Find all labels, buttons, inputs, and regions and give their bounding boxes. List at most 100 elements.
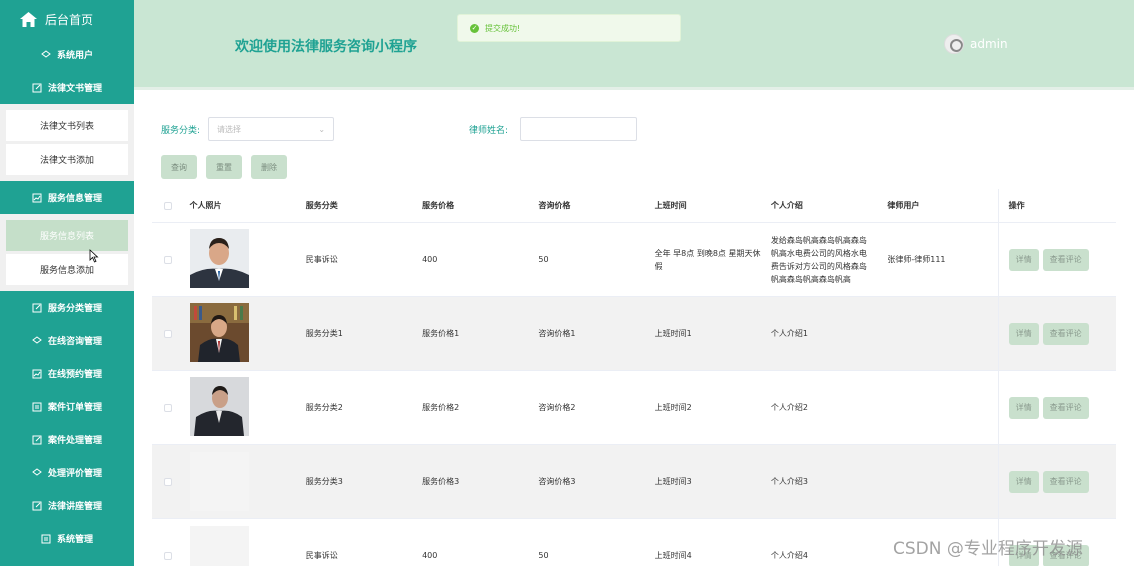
cell-consult-price: 咨询价格3 bbox=[538, 477, 576, 486]
watermark: CSDN @专业程序开发源 bbox=[893, 539, 1083, 559]
sidebar-item-lectures[interactable]: 法律讲座管理 bbox=[0, 489, 134, 522]
row-checkbox[interactable] bbox=[152, 329, 184, 338]
layers-icon bbox=[41, 49, 51, 58]
cell-work-time: 上班时间1 bbox=[654, 329, 692, 338]
cell-category: 服务分类2 bbox=[305, 403, 343, 412]
cell-actions: 详情 查看评论 bbox=[997, 297, 1116, 370]
cell-consult-price: 50 bbox=[538, 551, 549, 560]
sidebar-subitem-label: 服务信息列表 bbox=[39, 232, 94, 242]
reset-button[interactable]: 重置 bbox=[206, 155, 242, 179]
sidebar-subitem-label: 法律文书列表 bbox=[39, 122, 94, 132]
row-checkbox[interactable] bbox=[152, 477, 184, 486]
toast-message: 提交成功! bbox=[485, 23, 521, 33]
edit-icon bbox=[32, 435, 42, 444]
sidebar-subitem-label: 服务信息添加 bbox=[39, 266, 94, 276]
view-comments-button[interactable]: 查看评论 bbox=[1042, 470, 1089, 493]
row-checkbox[interactable] bbox=[152, 255, 184, 264]
lawyer-photo bbox=[189, 303, 249, 362]
sidebar-item-case-orders[interactable]: 案件订单管理 bbox=[0, 390, 134, 423]
sidebar-item-label: 服务分类管理 bbox=[47, 304, 102, 314]
cell-price: 服务价格2 bbox=[422, 403, 460, 412]
cell-price: 服务价格1 bbox=[422, 329, 460, 338]
sidebar-item-legal-docs[interactable]: 法律文书管理 bbox=[0, 71, 134, 104]
lawyer-photo bbox=[189, 526, 249, 566]
cell-price: 400 bbox=[422, 255, 438, 264]
cell-category: 民事诉讼 bbox=[305, 551, 338, 560]
chevron-down-icon: ⌄ bbox=[318, 124, 326, 134]
sidebar-subitem-service-add[interactable]: 服务信息添加 bbox=[6, 254, 128, 285]
col-work-time: 上班时间 bbox=[654, 201, 687, 210]
view-comments-button[interactable]: 查看评论 bbox=[1042, 322, 1089, 345]
row-checkbox[interactable] bbox=[152, 403, 184, 412]
select-all-checkbox[interactable] bbox=[152, 201, 184, 210]
table-row: 民事诉讼 400 50 全年 早8点 到晚8点 星期天休假 发给森岛帆高森岛帆高… bbox=[152, 223, 1116, 297]
page-title: 欢迎使用法律服务咨询小程序 bbox=[235, 39, 417, 55]
sidebar-item-service-category[interactable]: 服务分类管理 bbox=[0, 291, 134, 324]
edit-icon bbox=[32, 83, 42, 92]
action-buttons: 查询 重置 删除 bbox=[161, 155, 287, 179]
cell-work-time: 全年 早8点 到晚8点 星期天休假 bbox=[654, 248, 761, 271]
sidebar-item-case-processing[interactable]: 案件处理管理 bbox=[0, 423, 134, 456]
cell-work-time: 上班时间2 bbox=[654, 403, 692, 412]
cell-intro: 个人介绍3 bbox=[770, 477, 809, 486]
cell-price: 400 bbox=[422, 551, 438, 560]
document-icon bbox=[32, 402, 42, 411]
table-header: 个人照片 服务分类 服务价格 咨询价格 上班时间 个人介绍 律师用户 操作 bbox=[152, 189, 1116, 223]
layers-icon bbox=[32, 467, 42, 476]
sidebar-subitem-service-list[interactable]: 服务信息列表 bbox=[6, 220, 128, 251]
view-comments-button[interactable]: 查看评论 bbox=[1042, 396, 1089, 419]
sidebar-item-system-management[interactable]: 系统管理 bbox=[0, 522, 134, 555]
edit-icon bbox=[32, 303, 42, 312]
table-row: 服务分类1 服务价格1 咨询价格1 上班时间1 个人介绍1 详情 查看评论 bbox=[152, 297, 1116, 371]
avatar bbox=[944, 34, 964, 54]
query-button[interactable]: 查询 bbox=[161, 155, 197, 179]
col-photo: 个人照片 bbox=[189, 201, 222, 210]
sidebar-item-service-info[interactable]: 服务信息管理 bbox=[0, 181, 134, 214]
cell-consult-price: 50 bbox=[538, 255, 549, 264]
col-price: 服务价格 bbox=[422, 201, 455, 210]
sidebar-item-label: 案件处理管理 bbox=[47, 436, 102, 446]
detail-button[interactable]: 详情 bbox=[1008, 322, 1039, 345]
success-toast: ✓ 提交成功! bbox=[457, 14, 681, 42]
sidebar-item-online-booking[interactable]: 在线预约管理 bbox=[0, 357, 134, 390]
sidebar-home-label: 后台首页 bbox=[45, 12, 94, 27]
lawyer-name-input[interactable] bbox=[520, 117, 638, 141]
row-checkbox[interactable] bbox=[152, 551, 184, 560]
cell-intro: 个人介绍2 bbox=[770, 403, 809, 412]
cell-intro: 个人介绍4 bbox=[770, 551, 809, 560]
sidebar-item-label: 系统管理 bbox=[56, 535, 93, 545]
col-consult-price: 咨询价格 bbox=[538, 201, 571, 210]
cell-intro: 个人介绍1 bbox=[770, 329, 809, 338]
cell-actions: 详情 查看评论 bbox=[997, 445, 1116, 518]
category-select[interactable]: 请选择 ⌄ bbox=[208, 117, 335, 141]
edit-icon bbox=[32, 501, 42, 510]
sidebar-home[interactable]: 后台首页 bbox=[0, 0, 134, 38]
sidebar: 后台首页 系统用户 法律文书管理 法律文书列表 法律文书添加 服务信息管理 服务… bbox=[0, 0, 134, 566]
detail-button[interactable]: 详情 bbox=[1008, 470, 1039, 493]
search-bar: 服务分类: 请选择 ⌄ 律师姓名: bbox=[161, 117, 638, 141]
user-menu[interactable]: admin bbox=[944, 34, 1008, 54]
sidebar-subitem-legal-doc-list[interactable]: 法律文书列表 bbox=[6, 110, 128, 141]
sidebar-subitem-legal-doc-add[interactable]: 法律文书添加 bbox=[6, 144, 128, 175]
username: admin bbox=[970, 37, 1008, 51]
sidebar-item-label: 服务信息管理 bbox=[47, 194, 102, 204]
mouse-cursor-icon bbox=[89, 249, 99, 263]
sidebar-item-evaluations[interactable]: 处理评价管理 bbox=[0, 456, 134, 489]
cell-category: 民事诉讼 bbox=[305, 255, 338, 264]
sidebar-item-label: 法律讲座管理 bbox=[47, 502, 102, 512]
sidebar-item-system-users[interactable]: 系统用户 bbox=[0, 38, 134, 71]
lawyer-photo bbox=[189, 377, 249, 436]
submenu-legal-docs: 法律文书列表 法律文书添加 bbox=[0, 104, 134, 181]
sidebar-item-label: 在线咨询管理 bbox=[47, 337, 102, 347]
detail-button[interactable]: 详情 bbox=[1008, 248, 1039, 271]
delete-button[interactable]: 删除 bbox=[251, 155, 287, 179]
view-comments-button[interactable]: 查看评论 bbox=[1042, 248, 1089, 271]
category-placeholder: 请选择 bbox=[217, 124, 242, 134]
sidebar-item-online-consult[interactable]: 在线咨询管理 bbox=[0, 324, 134, 357]
cell-intro: 发给森岛帆高森岛帆高森岛帆高水电费公司的风格水电费告诉对方公司的风格森岛帆高森岛… bbox=[770, 235, 867, 284]
main-content: 服务分类: 请选择 ⌄ 律师姓名: 查询 重置 删除 个人照片 服务分类 服务价… bbox=[134, 93, 1134, 566]
detail-button[interactable]: 详情 bbox=[1008, 396, 1039, 419]
sidebar-item-label: 在线预约管理 bbox=[47, 370, 102, 380]
service-table: 个人照片 服务分类 服务价格 咨询价格 上班时间 个人介绍 律师用户 操作 民事… bbox=[152, 189, 1116, 566]
document-icon bbox=[41, 534, 51, 543]
